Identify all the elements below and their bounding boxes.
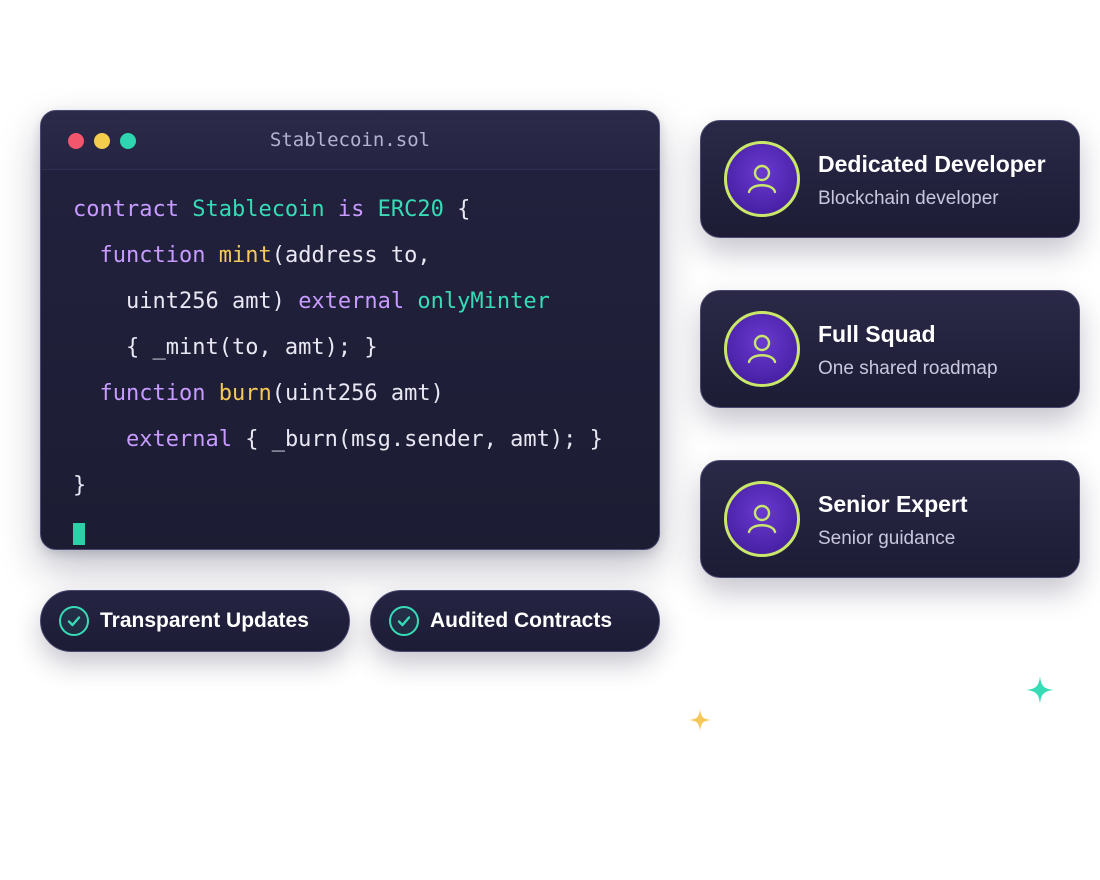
code-block: contract Stablecoin is ERC20 { function … bbox=[73, 187, 649, 509]
code-plain: { _burn(msg.sender, amt); } bbox=[245, 427, 603, 452]
code-base-type: ERC20 bbox=[377, 197, 444, 222]
card-dedicated-developer[interactable]: Dedicated Developer Blockchain developer bbox=[700, 120, 1080, 238]
card-title: Senior Expert bbox=[818, 491, 968, 517]
badge-transparent-updates: Transparent Updates bbox=[40, 590, 350, 652]
code-line-3: uint256 amt) external onlyMinter bbox=[73, 279, 649, 325]
sparkle-green-icon bbox=[1026, 676, 1054, 704]
card-title: Full Squad bbox=[818, 321, 936, 347]
code-plain: (uint256 amt) bbox=[271, 381, 444, 406]
code-brace: { bbox=[457, 197, 471, 222]
code-keyword: function bbox=[99, 381, 206, 406]
user-icon bbox=[724, 141, 800, 217]
card-senior-expert[interactable]: Senior Expert Senior guidance bbox=[700, 460, 1080, 578]
code-plain: uint256 amt) bbox=[125, 289, 285, 314]
code-line-5: function burn(uint256 amt) bbox=[73, 371, 649, 417]
code-line-7: } bbox=[73, 463, 649, 509]
card-subtitle: One shared roadmap bbox=[818, 358, 998, 379]
code-keyword: function bbox=[99, 243, 206, 268]
code-line-2: function mint(address to, bbox=[73, 233, 649, 279]
code-plain: } bbox=[73, 473, 87, 498]
code-line-6: external { _burn(msg.sender, amt); } bbox=[73, 417, 649, 463]
badge-audited-contracts: Audited Contracts bbox=[370, 590, 660, 652]
code-keyword: external bbox=[125, 427, 232, 452]
card-full-squad[interactable]: Full Squad One shared roadmap bbox=[700, 290, 1080, 408]
card-title: Dedicated Developer bbox=[818, 151, 1046, 177]
editor-titlebar: Stablecoin.sol bbox=[41, 111, 659, 170]
code-keyword: is bbox=[337, 197, 365, 222]
code-keyword: external bbox=[298, 289, 405, 314]
code-modifier: onlyMinter bbox=[417, 289, 550, 314]
check-icon bbox=[59, 606, 89, 636]
user-icon bbox=[724, 481, 800, 557]
code-editor-window: Stablecoin.sol contract Stablecoin is ER… bbox=[40, 110, 660, 550]
code-plain: (address to, bbox=[271, 243, 431, 268]
editor-filename: Stablecoin.sol bbox=[269, 129, 431, 151]
card-subtitle: Senior guidance bbox=[818, 528, 956, 549]
text-cursor bbox=[73, 523, 85, 545]
badge-label: Audited Contracts bbox=[430, 609, 613, 632]
code-contract-name: Stablecoin bbox=[192, 197, 325, 222]
badge-label: Transparent Updates bbox=[100, 609, 309, 632]
card-subtitle: Blockchain developer bbox=[818, 188, 999, 209]
check-icon bbox=[389, 606, 419, 636]
code-function-name: mint bbox=[218, 243, 272, 268]
code-plain: { _mint(to, amt); } bbox=[125, 335, 378, 360]
code-function-name: burn bbox=[218, 381, 272, 406]
code-keyword: contract bbox=[73, 197, 179, 222]
code-line-4: { _mint(to, amt); } bbox=[73, 325, 649, 371]
sparkle-yellow-icon bbox=[689, 709, 711, 731]
code-line-1: contract Stablecoin is ERC20 { bbox=[73, 187, 649, 233]
user-icon bbox=[724, 311, 800, 387]
